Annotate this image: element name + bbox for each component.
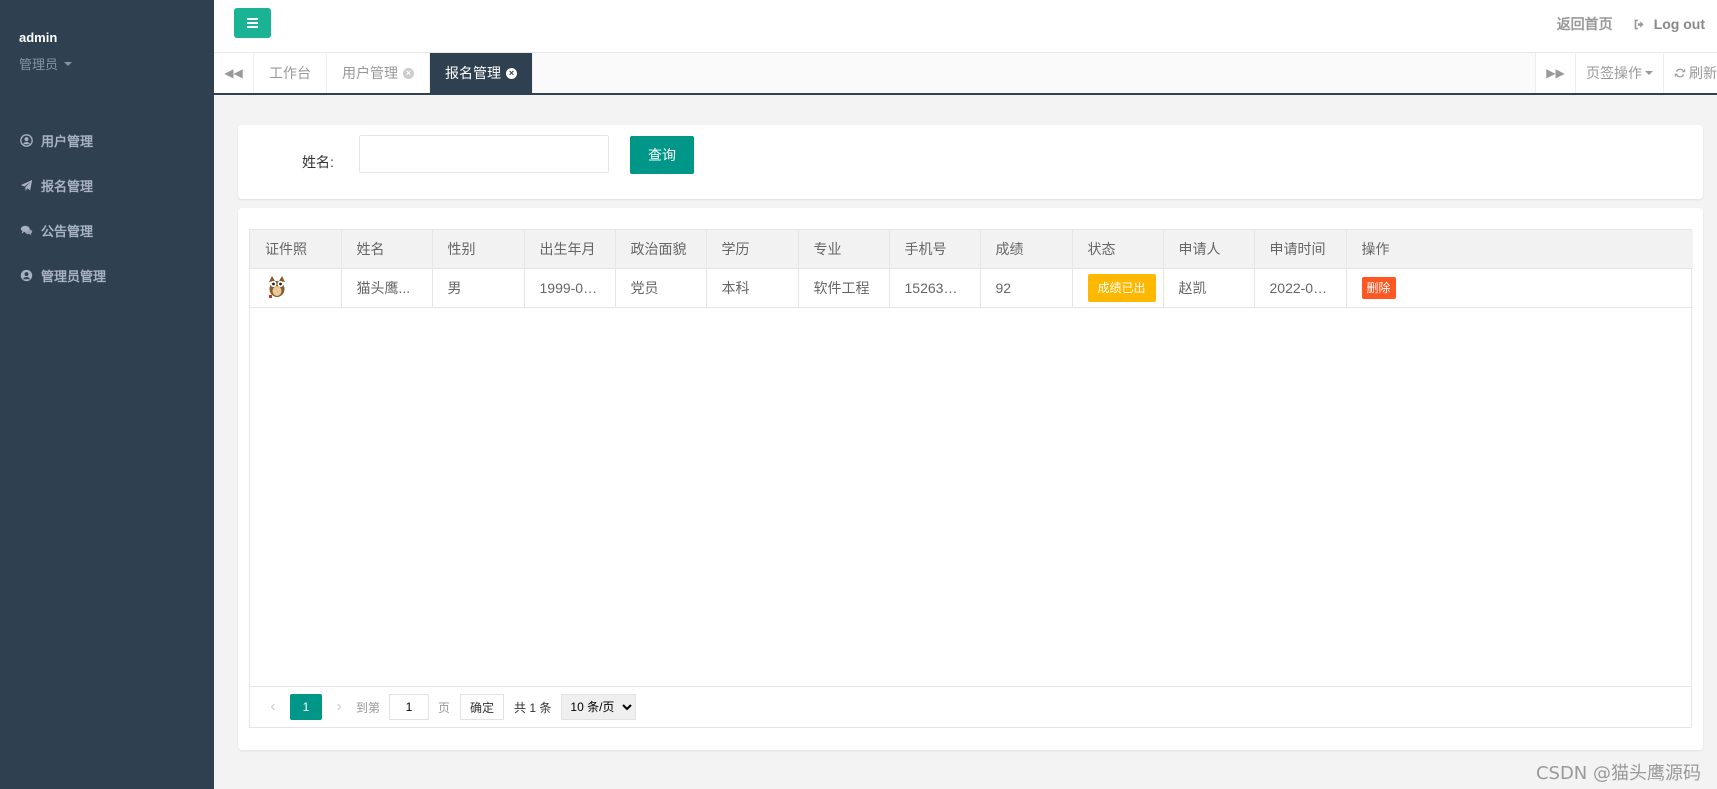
watermark: CSDN @猫头鹰源码	[1535, 763, 1701, 784]
sidebar: admin 管理员 用户管理 报名管理 公告管理 管理员管理	[0, 0, 214, 789]
sidebar-item-label: 管理员管理	[41, 269, 107, 284]
name-search-input[interactable]	[359, 135, 609, 173]
goto-suffix: 页	[438, 700, 451, 715]
birth-cell: 1999-05...	[524, 268, 616, 308]
sidebar-nav: 用户管理 报名管理 公告管理 管理员管理	[0, 118, 214, 298]
column-header: 状态	[1072, 230, 1164, 269]
tab-registration-management[interactable]: 报名管理 ×	[430, 53, 533, 93]
role-dropdown[interactable]: 管理员	[19, 54, 214, 73]
refresh-button[interactable]: 刷新	[1663, 53, 1717, 93]
user-circle-icon	[19, 134, 33, 148]
caret-down-icon	[64, 61, 73, 66]
registration-table: 证件照 姓名 性别 出生年月 政治面貌 学历 专业 手机号 成绩 状态 申请人 …	[250, 230, 1693, 308]
page-ops-label: 页签操作	[1586, 65, 1642, 81]
phone-cell: 1526396...	[889, 268, 981, 308]
username: admin	[19, 30, 58, 45]
home-link-label: 返回首页	[1556, 16, 1613, 32]
refresh-label: 刷新	[1689, 65, 1717, 81]
name-label: 姓名:	[302, 154, 334, 170]
forward-icon: ▶▶	[1546, 66, 1565, 80]
data-grid: 证件照 姓名 性别 出生年月 政治面貌 学历 专业 手机号 成绩 状态 申请人 …	[249, 229, 1693, 728]
sign-out-icon	[1634, 19, 1644, 29]
search-panel: 姓名: 查询	[238, 125, 1703, 199]
prev-page-icon[interactable]: ‹	[262, 698, 284, 716]
name-cell: 猫头鹰...	[341, 268, 433, 308]
tab-label: 报名管理	[445, 65, 501, 81]
user-circle-icon	[19, 269, 33, 283]
sidebar-item-users[interactable]: 用户管理	[0, 118, 214, 163]
pagination: ‹ 1 › 到第 页 确定 共 1 条 10 条/页	[250, 686, 1691, 727]
next-page-icon[interactable]: ›	[328, 698, 350, 716]
applicant-cell: 赵凯	[1163, 268, 1255, 308]
search-button[interactable]: 查询	[630, 136, 694, 174]
role-label: 管理员	[19, 57, 59, 72]
goto-page-input[interactable]	[389, 694, 430, 720]
tab-workbench[interactable]: 工作台	[254, 53, 327, 93]
refresh-icon	[1674, 68, 1686, 78]
home-link[interactable]: 返回首页	[1557, 14, 1613, 34]
table-row[interactable]: 猫头鹰... 男 1999-05... 党员 本科 软件工程 1526396..…	[250, 268, 1693, 308]
goto-prefix: 到第	[356, 700, 381, 715]
sidebar-item-label: 公告管理	[41, 224, 94, 239]
close-icon[interactable]: ×	[506, 67, 517, 79]
caret-down-icon	[1645, 71, 1653, 75]
photo-cell	[250, 268, 342, 308]
top-bar: 返回首页 Log out	[214, 0, 1717, 53]
goto-confirm-button[interactable]: 确定	[460, 694, 505, 720]
page-ops-dropdown[interactable]: 页签操作	[1575, 53, 1663, 93]
comments-icon	[19, 224, 33, 238]
tabs: 工作台 用户管理 × 报名管理 ×	[254, 53, 533, 93]
column-header: 成绩	[980, 230, 1073, 269]
total-count: 共 1 条	[514, 700, 552, 715]
sidebar-item-registrations[interactable]: 报名管理	[0, 163, 214, 208]
education-cell: 本科	[706, 268, 799, 308]
tab-bar: ◀◀ 工作台 用户管理 × 报名管理 × ▶▶ 页签操作 刷新	[214, 53, 1717, 95]
paper-plane-icon	[19, 179, 33, 193]
profile: admin 管理员	[0, 0, 214, 100]
sidebar-item-label: 用户管理	[41, 134, 94, 149]
delete-button[interactable]: 删除	[1361, 276, 1396, 299]
page-1-button[interactable]: 1	[290, 694, 322, 720]
top-right-links: 返回首页 Log out	[1557, 0, 1705, 48]
bars-icon	[247, 18, 258, 28]
politics-cell: 党员	[615, 268, 707, 308]
column-header: 政治面貌	[615, 230, 707, 269]
major-cell: 软件工程	[798, 268, 890, 308]
page-size-select[interactable]: 10 条/页	[561, 694, 637, 720]
tab-right-controls: ▶▶ 页签操作 刷新	[1535, 53, 1717, 93]
action-cell: 删除	[1346, 268, 1693, 308]
tab-label: 工作台	[269, 65, 311, 81]
owl-photo-icon[interactable]	[265, 273, 289, 299]
column-header: 手机号	[889, 230, 981, 269]
status-cell: 成绩已出	[1072, 268, 1164, 308]
sidebar-item-admins[interactable]: 管理员管理	[0, 253, 214, 298]
score-cell: 92	[980, 268, 1073, 308]
sidebar-item-announcements[interactable]: 公告管理	[0, 208, 214, 253]
column-header: 出生年月	[524, 230, 616, 269]
gender-cell: 男	[432, 268, 525, 308]
column-header: 专业	[798, 230, 890, 269]
table-header-row: 证件照 姓名 性别 出生年月 政治面貌 学历 专业 手机号 成绩 状态 申请人 …	[250, 230, 1693, 269]
apply-time-cell: 2022-05...	[1254, 268, 1347, 308]
column-header: 姓名	[341, 230, 433, 269]
backward-icon: ◀◀	[224, 66, 243, 80]
logout-label: Log out	[1653, 16, 1705, 32]
status-badge: 成绩已出	[1087, 273, 1156, 302]
tab-scroll-right-button[interactable]: ▶▶	[1535, 53, 1575, 93]
logout-link[interactable]: Log out	[1633, 16, 1705, 32]
table-panel: 证件照 姓名 性别 出生年月 政治面貌 学历 专业 手机号 成绩 状态 申请人 …	[238, 208, 1703, 750]
close-icon[interactable]: ×	[403, 67, 414, 79]
column-header: 申请时间	[1254, 230, 1347, 269]
column-header: 学历	[706, 230, 799, 269]
menu-toggle-button[interactable]	[234, 8, 271, 38]
column-header: 操作	[1346, 230, 1693, 269]
column-header: 性别	[432, 230, 525, 269]
column-header: 证件照	[250, 230, 342, 269]
sidebar-item-label: 报名管理	[41, 179, 94, 194]
tab-scroll-left-button[interactable]: ◀◀	[214, 53, 254, 93]
tab-label: 用户管理	[342, 65, 398, 81]
tab-user-management[interactable]: 用户管理 ×	[327, 53, 430, 93]
column-header: 申请人	[1163, 230, 1255, 269]
